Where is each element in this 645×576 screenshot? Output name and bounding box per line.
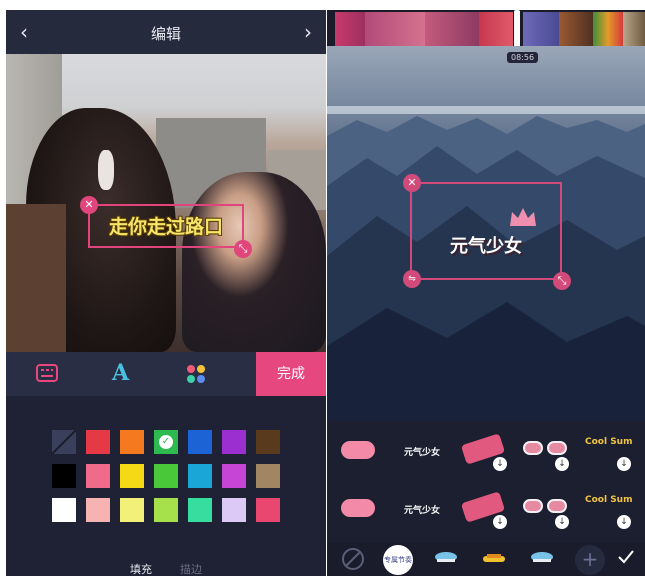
hat-icon[interactable]	[481, 551, 507, 570]
sticker-item[interactable]: ↓	[519, 487, 573, 531]
color-swatch[interactable]	[256, 498, 280, 522]
film-frame	[479, 12, 513, 46]
carriage-shape	[6, 204, 66, 352]
none-icon[interactable]	[341, 547, 365, 575]
film-frame	[623, 12, 645, 46]
sticker-item[interactable]: Cool Sum ↓	[581, 487, 635, 531]
sticker-category-bar: 专属节奏 +	[327, 543, 645, 576]
page-title: 编辑	[150, 25, 181, 43]
done-button[interactable]: 完成	[256, 352, 326, 396]
resize-icon[interactable]: ⤡	[234, 240, 252, 258]
image-sticker[interactable]: 元气少女	[410, 182, 562, 280]
playhead[interactable]	[514, 10, 520, 48]
person-shape	[182, 172, 326, 352]
download-icon: ↓	[617, 457, 631, 471]
tab-stroke[interactable]: 描边	[180, 561, 202, 576]
cloud-icon[interactable]	[529, 547, 555, 571]
check-icon[interactable]	[617, 549, 635, 569]
color-swatch[interactable]	[188, 464, 212, 488]
photo-canvas[interactable]: 走你走过路口 ✕ ⤡	[6, 54, 326, 352]
color-swatch[interactable]: ✓	[154, 430, 178, 454]
download-icon: ↓	[555, 515, 569, 529]
download-icon: ↓	[493, 515, 507, 529]
font-icon[interactable]: A	[112, 360, 129, 386]
editor-right-panel: 元气少女 ✕ ⇋ ⤡ 08:56 元气少女 ↓ ↓ Cool Sum ↓ 元气少女 ↓ ↓ Co…	[327, 10, 645, 576]
film-frame	[335, 12, 365, 46]
chevron-right-icon[interactable]: ›	[304, 20, 312, 44]
sticker-item[interactable]: 元气少女	[395, 429, 449, 473]
film-frame	[559, 12, 593, 46]
sticker-item[interactable]	[333, 429, 387, 473]
palette-icon[interactable]	[186, 364, 206, 388]
cloud-icon[interactable]	[433, 547, 459, 571]
category-thumb[interactable]: 专属节奏	[383, 545, 413, 575]
color-swatch[interactable]	[86, 498, 110, 522]
color-swatch[interactable]	[52, 498, 76, 522]
plus-icon[interactable]: +	[575, 545, 605, 575]
sticker-item[interactable]: ↓	[519, 429, 573, 473]
edit-toolbar: A 完成	[6, 352, 326, 396]
horse-blaze	[98, 150, 114, 190]
sticker-item[interactable]: 元气少女	[395, 487, 449, 531]
color-swatch[interactable]	[222, 464, 246, 488]
crown-icon	[510, 208, 536, 226]
download-icon: ↓	[493, 457, 507, 471]
color-swatch[interactable]	[120, 498, 144, 522]
color-swatch[interactable]	[86, 464, 110, 488]
color-swatch[interactable]	[120, 430, 144, 454]
color-swatch[interactable]	[86, 430, 110, 454]
close-icon[interactable]: ✕	[403, 174, 421, 192]
timecode: 08:56	[507, 52, 539, 63]
close-icon[interactable]: ✕	[80, 196, 98, 214]
sticker-item[interactable]	[333, 487, 387, 531]
video-filmstrip[interactable]	[327, 10, 645, 48]
sticker-item[interactable]: ↓	[457, 487, 511, 531]
sticker-text: 元气少女	[450, 236, 522, 257]
color-swatch[interactable]	[256, 464, 280, 488]
color-swatch[interactable]	[120, 464, 144, 488]
keyboard-icon[interactable]	[36, 364, 58, 386]
color-swatch[interactable]	[154, 464, 178, 488]
color-swatch[interactable]	[52, 430, 76, 454]
color-swatch[interactable]	[188, 430, 212, 454]
check-icon: ✓	[159, 435, 173, 449]
sticker-text: 走你走过路口	[108, 216, 223, 238]
sticker-item[interactable]: Cool Sum ↓	[581, 429, 635, 473]
download-icon: ↓	[555, 457, 569, 471]
tab-fill[interactable]: 填充	[130, 561, 152, 576]
film-frame	[523, 12, 559, 46]
color-swatch[interactable]	[52, 464, 76, 488]
top-bar: ‹ 编辑 ›	[6, 10, 326, 54]
editor-left-panel: ‹ 编辑 › 走你走过路口 ✕ ⤡ A 完成 ✓ 填充 描边	[6, 10, 326, 576]
sticker-grid: 元气少女 ↓ ↓ Cool Sum ↓ 元气少女 ↓ ↓ Cool Sum ↓	[327, 421, 645, 543]
color-swatch[interactable]	[154, 498, 178, 522]
color-swatch[interactable]	[256, 430, 280, 454]
sticker-item[interactable]: ↓	[457, 429, 511, 473]
film-frame	[593, 12, 623, 46]
color-swatch[interactable]	[222, 498, 246, 522]
film-frame	[425, 12, 479, 46]
download-icon: ↓	[617, 515, 631, 529]
color-swatch[interactable]	[222, 430, 246, 454]
resize-icon[interactable]: ⤡	[553, 272, 571, 290]
text-sticker[interactable]: 走你走过路口	[88, 204, 244, 248]
film-frame	[365, 12, 425, 46]
color-swatch[interactable]	[188, 498, 212, 522]
video-canvas[interactable]: 元气少女 ✕ ⇋ ⤡	[327, 46, 645, 421]
flip-icon[interactable]: ⇋	[403, 270, 421, 288]
